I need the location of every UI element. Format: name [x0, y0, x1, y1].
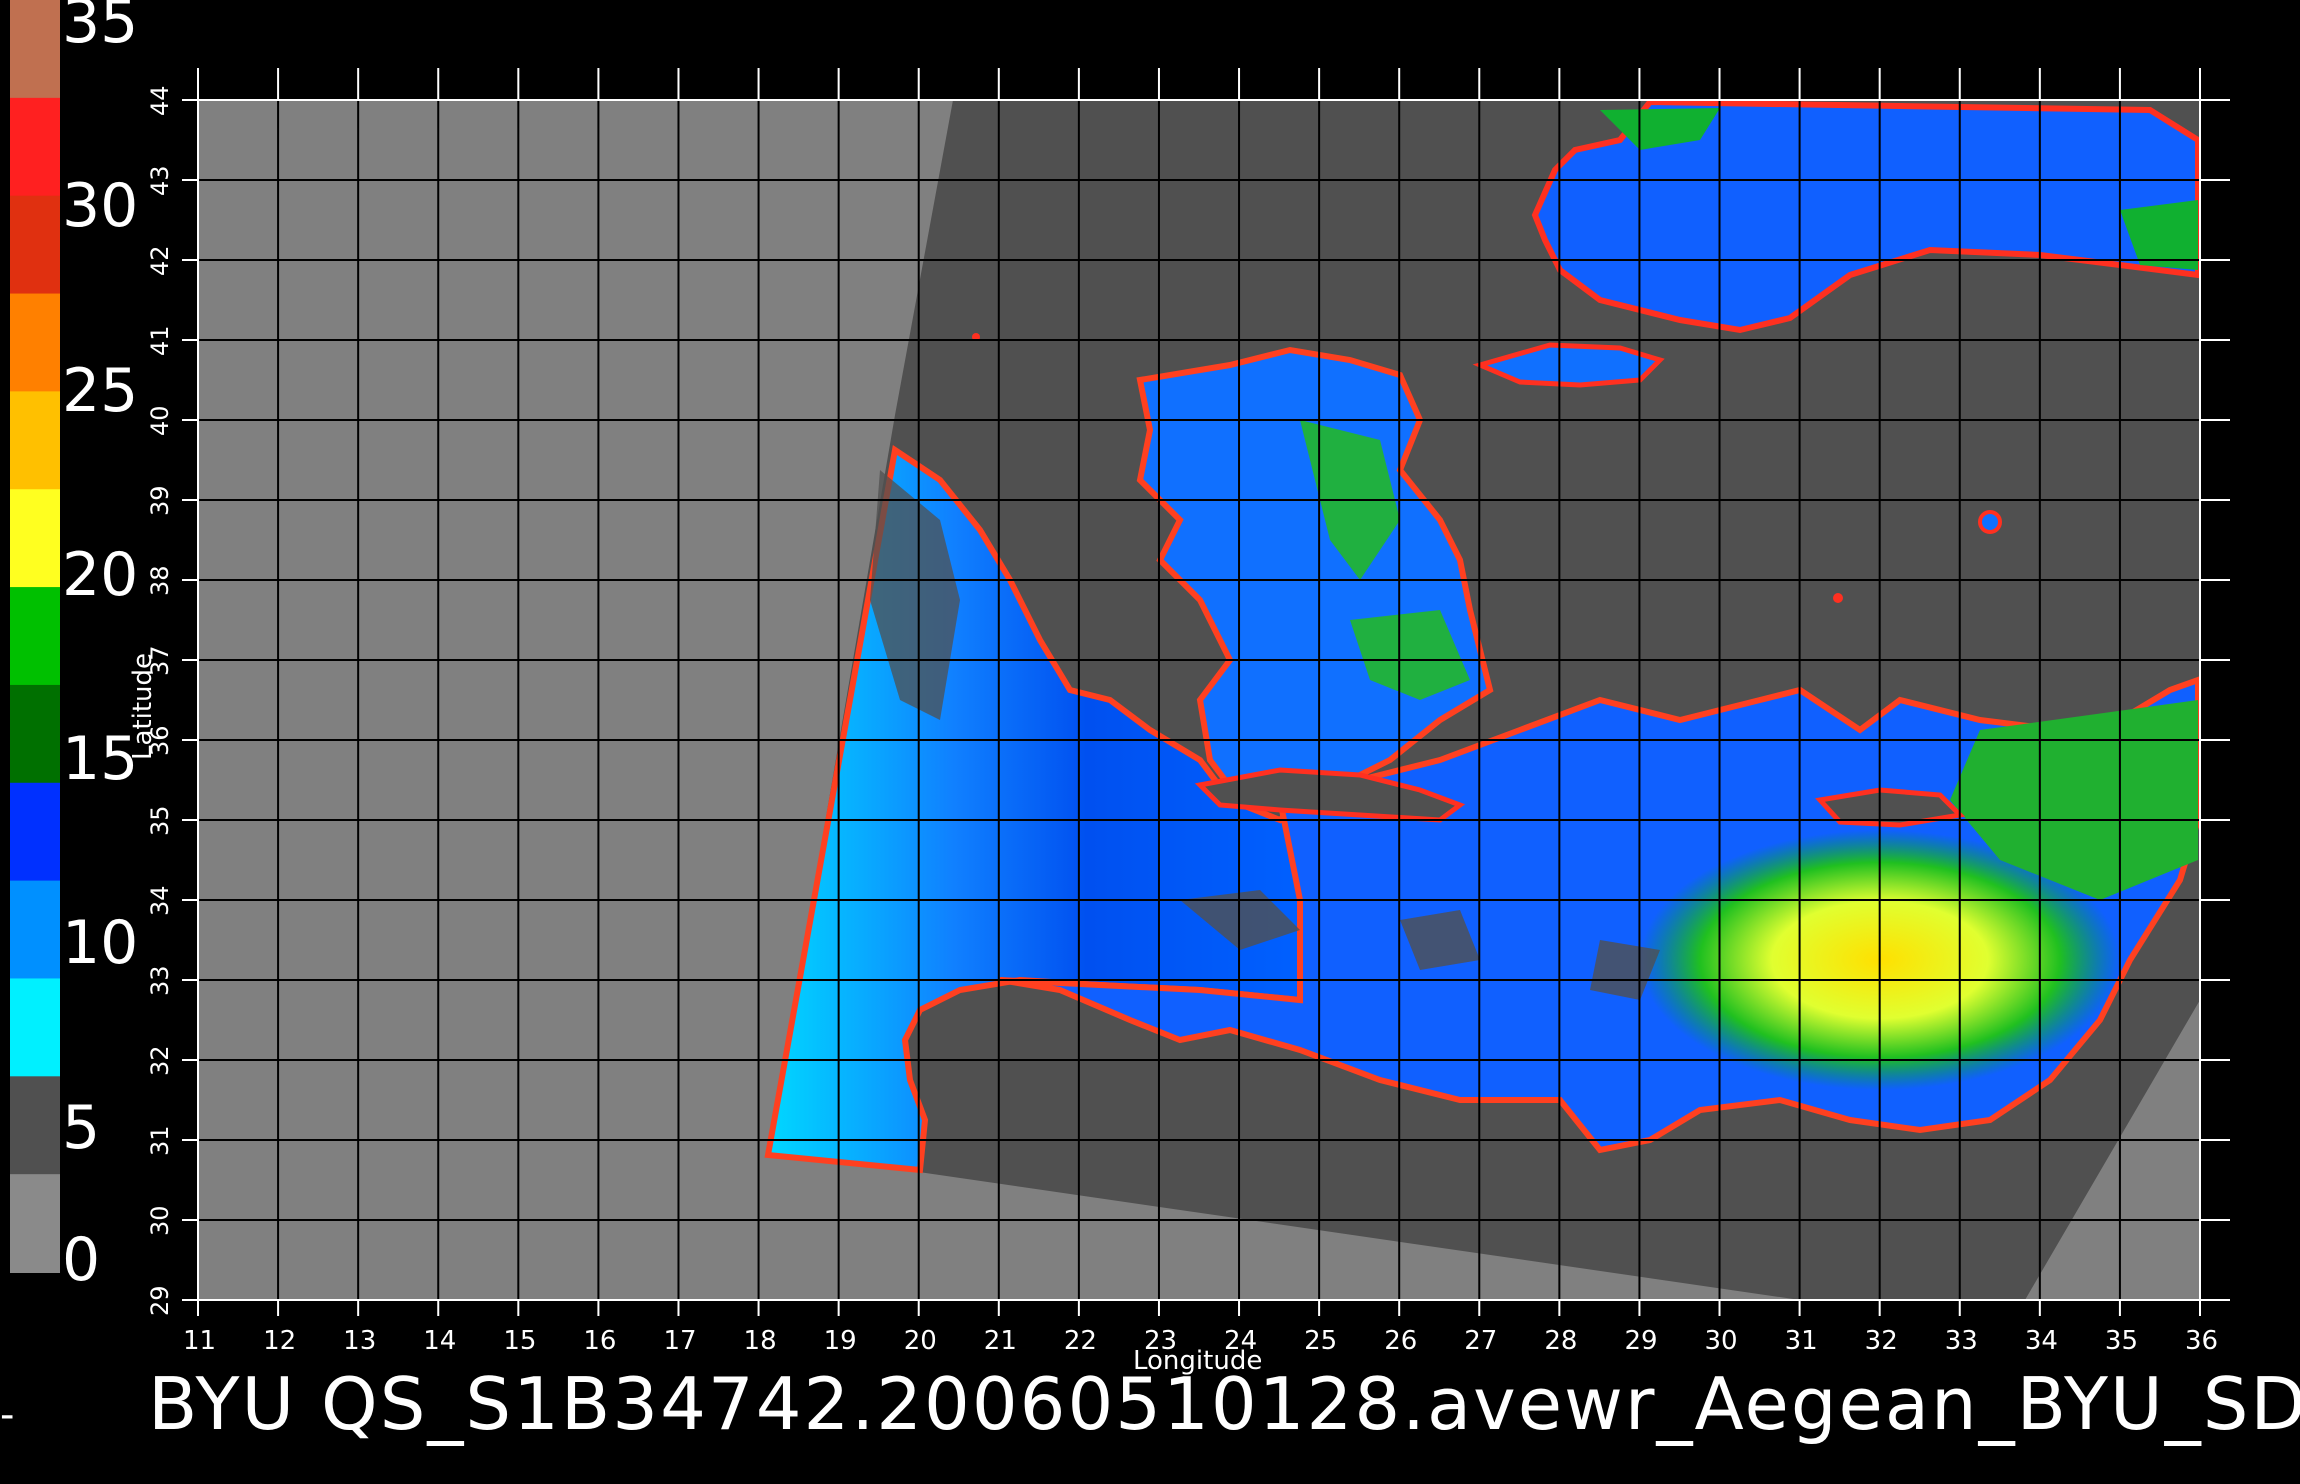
- y-tick-label: 42: [146, 245, 174, 276]
- x-tick-label: 11: [183, 1326, 217, 1356]
- y-tick-label: 41: [146, 325, 174, 356]
- x-tick-label: 17: [663, 1326, 697, 1356]
- colorbar-segment: [10, 97, 60, 197]
- colorbar-label: 0: [62, 1225, 101, 1295]
- colorbar: [10, 0, 60, 1273]
- y-tick-label: 40: [146, 405, 174, 436]
- islet: [1978, 510, 2002, 534]
- colorbar-segment: [10, 489, 60, 589]
- colorbar-label: 5: [62, 1092, 101, 1163]
- x-tick-label: 35: [2104, 1326, 2138, 1356]
- x-tick-label: 26: [1384, 1326, 1418, 1356]
- x-tick-label: 12: [263, 1326, 297, 1356]
- left-mark: -: [0, 1392, 15, 1438]
- y-axis-title: Latitude: [128, 652, 158, 760]
- colorbar-label: 30: [62, 171, 139, 242]
- y-tick-label: 30: [146, 1205, 174, 1236]
- colorbar-label: 20: [62, 539, 139, 610]
- y-tick-label: 32: [146, 1045, 174, 1076]
- colorbar-label: 35: [62, 0, 139, 57]
- x-tick-label: 14: [423, 1326, 457, 1356]
- y-tick-label: 44: [146, 85, 174, 116]
- x-tick-label: 16: [583, 1326, 617, 1356]
- x-tick-label: 15: [503, 1326, 537, 1356]
- map-figure: 35 30 25 20 15 10 5 0 11 12 13 14 15 16 17 18 19 20 21 22 2…: [0, 0, 2300, 1480]
- y-tick-label: 35: [146, 805, 174, 836]
- colorbar-segment: [10, 0, 60, 99]
- x-tick-label: 18: [743, 1326, 777, 1356]
- x-tick-label: 21: [983, 1326, 1017, 1356]
- y-tick-label: 34: [146, 885, 174, 916]
- x-tick-label: 33: [1944, 1326, 1978, 1356]
- colorbar-segment: [10, 1174, 60, 1273]
- x-tick-label: 32: [1864, 1326, 1898, 1356]
- colorbar-segment: [10, 1076, 60, 1176]
- x-tick-label: 29: [1624, 1326, 1658, 1356]
- colorbar-segment: [10, 880, 60, 980]
- x-tick-label: 13: [343, 1326, 377, 1356]
- colorbar-segment: [10, 782, 60, 882]
- y-tick-label: 43: [146, 165, 174, 196]
- x-tick-label: 27: [1464, 1326, 1498, 1356]
- footer-title: BYU QS_S1B34742.20060510128.avewr_Aegean…: [148, 1362, 2300, 1446]
- colorbar-segment: [10, 587, 60, 686]
- y-tick-label: 39: [146, 485, 174, 516]
- colorbar-segment: [10, 978, 60, 1078]
- x-tick-label: 28: [1544, 1326, 1578, 1356]
- x-tick-label: 30: [1704, 1326, 1738, 1356]
- colorbar-label: 25: [62, 355, 139, 426]
- y-tick-label: 31: [146, 1125, 174, 1156]
- colorbar-label: 15: [62, 724, 139, 795]
- x-tick-label: 36: [2185, 1326, 2219, 1356]
- wind-speed-map: [10, 0, 2230, 1316]
- colorbar-segment: [10, 684, 60, 784]
- y-tick-label: 38: [146, 565, 174, 596]
- x-tick-label: 25: [1304, 1326, 1338, 1356]
- y-tick-label: 29: [146, 1285, 174, 1316]
- y-tick-label: 33: [146, 965, 174, 996]
- x-tick-label: 19: [823, 1326, 857, 1356]
- colorbar-segment: [10, 391, 60, 491]
- x-tick-label: 34: [2024, 1326, 2058, 1356]
- x-tick-label: 31: [1784, 1326, 1818, 1356]
- colorbar-label: 10: [62, 908, 139, 979]
- x-tick-label: 20: [903, 1326, 937, 1356]
- colorbar-segment: [10, 293, 60, 393]
- colorbar-segment: [10, 195, 60, 295]
- x-tick-label: 22: [1063, 1326, 1097, 1356]
- islet: [1833, 593, 1843, 603]
